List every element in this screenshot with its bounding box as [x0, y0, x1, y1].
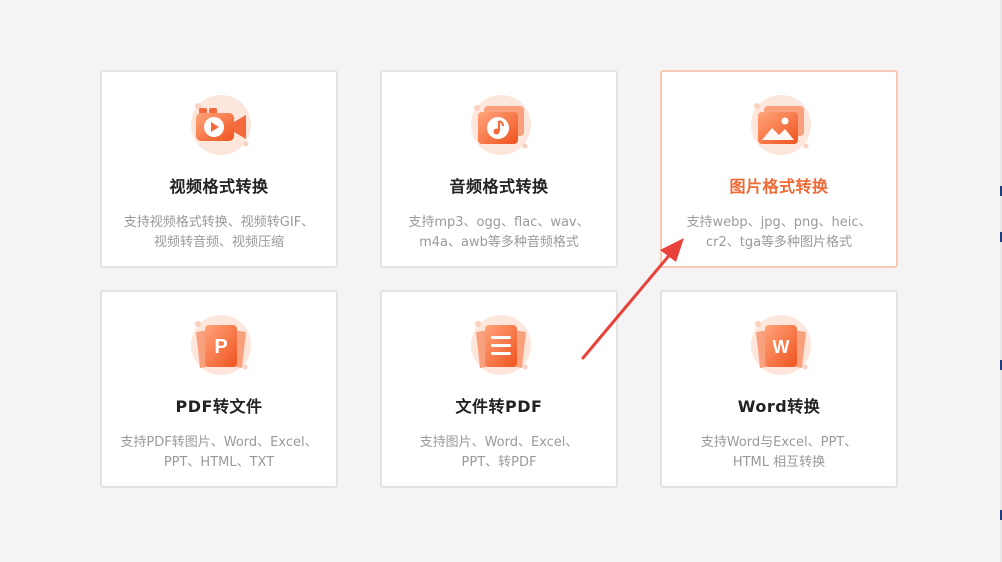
card-video-convert[interactable]: 视频格式转换 支持视频格式转换、视频转GIF、 视频转音频、视频压缩	[100, 70, 338, 268]
card-image-convert[interactable]: 图片格式转换 支持webp、jpg、png、heic、 cr2、tga等多种图片…	[660, 70, 898, 268]
card-description: 支持视频格式转换、视频转GIF、 视频转音频、视频压缩	[123, 215, 315, 250]
card-title: 文件转PDF	[455, 397, 543, 416]
card-audio-convert[interactable]: 音频格式转换 支持mp3、ogg、flac、wav、 m4a、awb等多种音频格…	[380, 70, 618, 268]
svg-text:W: W	[773, 337, 790, 357]
card-title: 视频格式转换	[169, 177, 269, 196]
card-title: 图片格式转换	[729, 177, 829, 196]
music-note-icon	[471, 95, 531, 155]
svg-text:P: P	[214, 336, 227, 358]
card-title: Word转换	[737, 397, 821, 416]
card-pdf-to-file[interactable]: P PDF转文件 支持PDF转图片、Word、Excel、 PPT、HTML、T…	[100, 290, 338, 488]
card-description: 支持mp3、ogg、flac、wav、 m4a、awb等多种音频格式	[408, 215, 590, 250]
document-lines-icon	[471, 315, 531, 375]
card-description: 支持webp、jpg、png、heic、 cr2、tga等多种图片格式	[686, 215, 872, 250]
card-title: PDF转文件	[175, 397, 263, 416]
card-file-to-pdf[interactable]: 文件转PDF 支持图片、Word、Excel、 PPT、转PDF	[380, 290, 618, 488]
image-icon	[751, 95, 811, 155]
card-title: 音频格式转换	[449, 177, 549, 196]
card-word-convert[interactable]: W Word转换 支持Word与Excel、PPT、 HTML 相互转换	[660, 290, 898, 488]
pdf-file-icon: P	[191, 315, 251, 375]
card-description: 支持图片、Word、Excel、 PPT、转PDF	[419, 435, 579, 470]
card-description: 支持PDF转图片、Word、Excel、 PPT、HTML、TXT	[120, 435, 318, 470]
converter-page: 视频格式转换 支持视频格式转换、视频转GIF、 视频转音频、视频压缩 音频格式转…	[0, 0, 1002, 562]
card-description: 支持Word与Excel、PPT、 HTML 相互转换	[700, 435, 858, 470]
word-file-icon: W	[751, 315, 811, 375]
video-camera-icon	[191, 95, 251, 155]
